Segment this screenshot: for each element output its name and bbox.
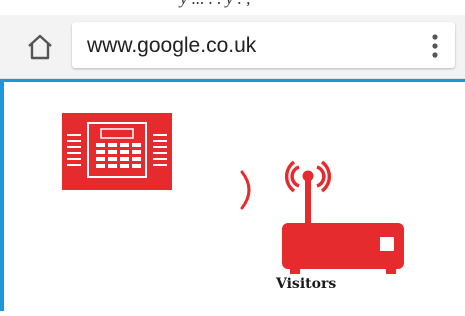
url-text: www.google.co.uk: [87, 34, 257, 57]
web-content: Visitors: [0, 79, 465, 311]
more-vert-icon: [432, 34, 438, 58]
address-bar[interactable]: www.google.co.uk: [72, 22, 455, 68]
signal-wave-icon: [240, 170, 251, 210]
browser-toolbar: www.google.co.uk: [0, 15, 465, 79]
router-icon: [282, 160, 404, 274]
partial-top-text: y ... . . y . ,: [0, 0, 465, 15]
menu-button[interactable]: [429, 33, 441, 59]
alarm-panel-icon: [62, 113, 172, 190]
home-button[interactable]: [26, 33, 54, 61]
illustration: Visitors: [0, 79, 465, 311]
home-icon: [28, 34, 52, 60]
caption-visitors: Visitors: [276, 276, 337, 292]
